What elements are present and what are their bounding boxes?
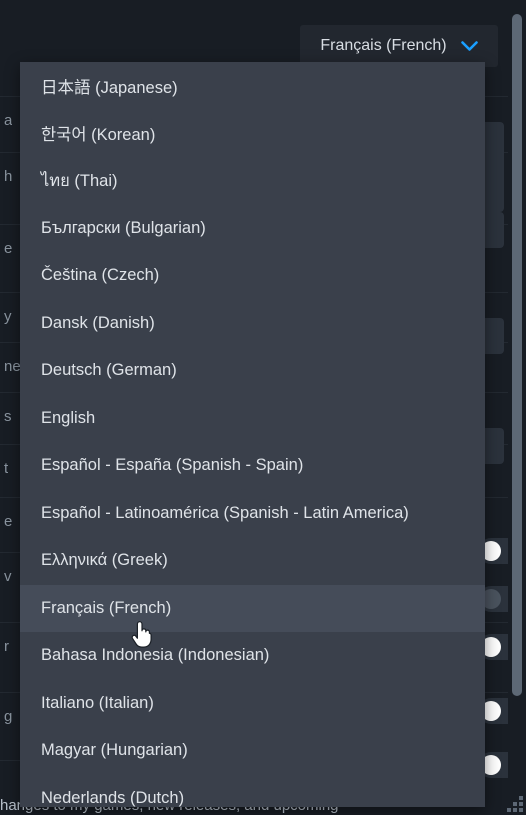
language-select-value: Français (French) [320,37,447,54]
settings-row-label: h [4,167,13,185]
window-scrollbar-track[interactable] [508,0,526,815]
language-option-bulgarian[interactable]: Български (Bulgarian) [20,205,485,253]
language-option-spanish-latam[interactable]: Español - Latinoamérica (Spanish - Latin… [20,490,485,538]
language-option-danish[interactable]: Dansk (Danish) [20,300,485,348]
resize-grip-icon[interactable] [507,796,523,812]
language-option-dutch[interactable]: Nederlands (Dutch) [20,775,485,808]
settings-row-label: t [4,459,9,477]
language-option-korean[interactable]: 한국어 (Korean) [20,110,485,158]
language-option-japanese[interactable]: 日本語 (Japanese) [20,62,485,110]
language-option-english[interactable]: English [20,395,485,443]
language-option-greek[interactable]: Ελληνικά (Greek) [20,537,485,585]
language-option-italian[interactable]: Italiano (Italian) [20,680,485,728]
language-option-thai[interactable]: ไทย (Thai) [20,157,485,205]
window-scrollbar-thumb[interactable] [512,14,522,696]
language-dropdown-list[interactable]: 日本語 (Japanese) 한국어 (Korean) ไทย (Thai) Б… [20,62,485,807]
settings-row-label: e [4,512,13,530]
language-option-spanish-spain[interactable]: Español - España (Spanish - Spain) [20,442,485,490]
settings-row-label: e [4,239,13,257]
settings-row-label: g [4,707,13,725]
chevron-down-icon [460,41,478,51]
settings-row-label: r [4,637,9,655]
language-option-czech[interactable]: Čeština (Czech) [20,252,485,300]
settings-row-label: v [4,567,12,585]
language-option-hungarian[interactable]: Magyar (Hungarian) [20,727,485,775]
settings-row-label: ne [4,357,21,375]
settings-row-label: y [4,307,12,325]
language-option-french[interactable]: Français (French) [20,584,485,632]
settings-row-label: a [4,111,13,129]
language-option-indonesian[interactable]: Bahasa Indonesia (Indonesian) [20,632,485,680]
settings-row-label: s [4,407,12,425]
language-option-german[interactable]: Deutsch (German) [20,347,485,395]
language-select-button[interactable]: Français (French) [300,25,498,67]
